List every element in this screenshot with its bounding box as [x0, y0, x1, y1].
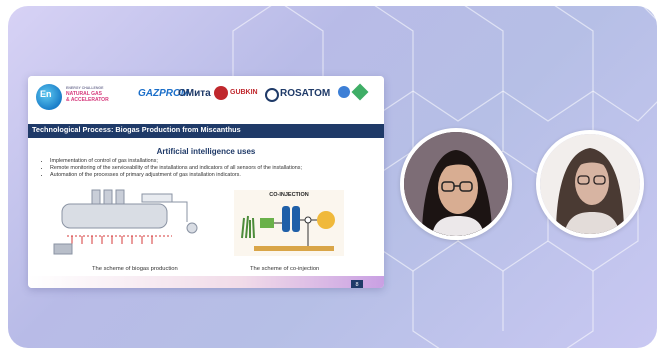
slide-bullet-list: Implementation of control of gas install…	[42, 158, 380, 179]
bullet-item: Automation of the processes of primary a…	[50, 172, 380, 179]
bullet-item: Implementation of control of gas install…	[50, 158, 380, 165]
accelerator-logo-text: ENERGY CHALLENGE NATURAL GAS & ACCELERAT…	[66, 86, 109, 103]
gubkin-logo: GUBKIN	[230, 89, 258, 96]
omita-logo: ОМита	[178, 88, 211, 99]
university-emblem-icon	[351, 83, 369, 101]
slide-page-number: 8	[351, 280, 363, 288]
participant-2-avatar	[540, 134, 640, 234]
caption-biogas-production: The scheme of biogas production	[92, 266, 178, 272]
rosatom-emblem-icon	[265, 88, 279, 102]
slide-subtitle: Artificial intelligence uses	[156, 147, 256, 156]
biogas-production-diagram	[53, 189, 198, 255]
participant-1-avatar	[404, 132, 508, 236]
caption-co-injection: The scheme of co-injection	[250, 266, 320, 272]
rosatom-logo: ROSATOM	[280, 88, 331, 99]
slide-footer-gradient	[28, 276, 384, 288]
energy-challenge-logo: En	[36, 84, 62, 110]
slide-header: En ENERGY CHALLENGE NATURAL GAS & ACCELE…	[28, 76, 384, 118]
co-injection-graphic	[241, 206, 335, 251]
globe-emblem-icon	[338, 86, 350, 98]
meeting-window: En ENERGY CHALLENGE NATURAL GAS & ACCELE…	[8, 6, 657, 348]
co-injection-diagram: CO-INJECTION	[234, 190, 344, 256]
participant-video-2[interactable]	[536, 130, 644, 238]
participant-video-1[interactable]	[400, 128, 512, 240]
bullet-item: Remote monitoring of the serviceability …	[50, 165, 380, 172]
slide-title: Technological Process: Biogas Production…	[32, 125, 241, 134]
slide-title-band: Technological Process: Biogas Production…	[28, 124, 384, 138]
gubkin-emblem-icon	[214, 86, 228, 100]
shared-presentation-slide: En ENERGY CHALLENGE NATURAL GAS & ACCELE…	[28, 76, 384, 288]
